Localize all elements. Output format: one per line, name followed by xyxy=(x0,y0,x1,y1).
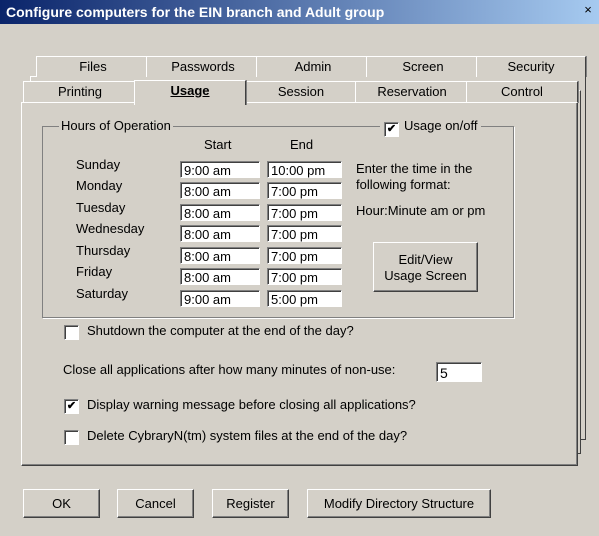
end-time-monday[interactable]: 7:00 pm xyxy=(267,182,342,199)
edit-view-usage-screen-button[interactable]: Edit/View Usage Screen xyxy=(373,242,478,292)
usage-checkbox[interactable]: ✔ xyxy=(384,122,399,137)
end-time-wednesday[interactable]: 7:00 pm xyxy=(267,225,342,242)
end-time-saturday[interactable]: 5:00 pm xyxy=(267,290,342,307)
hours-group-legend: Hours of Operation xyxy=(59,118,173,133)
start-time-sunday[interactable]: 9:00 am xyxy=(180,161,260,178)
tab-printing[interactable]: Printing xyxy=(23,81,137,103)
start-time-monday[interactable]: 8:00 am xyxy=(180,182,260,199)
format-hint-pattern: Hour:Minute am or pm xyxy=(356,203,486,218)
format-hint-line1: Enter the time in the xyxy=(356,161,473,176)
ok-button[interactable]: OK xyxy=(23,489,100,518)
day-label-monday: Monday xyxy=(76,178,123,193)
tab-passwords[interactable]: Passwords xyxy=(146,56,260,77)
usage-toggle[interactable]: ✔ Usage on/off xyxy=(380,118,482,137)
title-bar: Configure computers for the EIN branch a… xyxy=(0,0,599,24)
end-time-tuesday[interactable]: 7:00 pm xyxy=(267,204,342,221)
tab-usage[interactable]: Usage xyxy=(134,80,246,105)
warning-checkbox[interactable]: ✔ xyxy=(64,399,79,414)
tab-admin[interactable]: Admin xyxy=(256,56,370,77)
tab-reservation[interactable]: Reservation xyxy=(355,81,469,103)
modify-directory-structure-button[interactable]: Modify Directory Structure xyxy=(307,489,491,518)
close-apps-minutes-field[interactable]: 5 xyxy=(436,362,482,382)
day-label-tuesday: Tuesday xyxy=(76,200,126,215)
start-time-friday[interactable]: 8:00 am xyxy=(180,268,260,285)
shutdown-label[interactable]: Shutdown the computer at the end of the … xyxy=(87,323,354,338)
cancel-button[interactable]: Cancel xyxy=(117,489,194,518)
start-column-header: Start xyxy=(204,137,232,152)
usage-toggle-label: Usage on/off xyxy=(404,118,478,133)
tab-security[interactable]: Security xyxy=(476,56,586,77)
delete-files-checkbox[interactable] xyxy=(64,430,79,445)
end-time-sunday[interactable]: 10:00 pm xyxy=(267,161,342,178)
tab-files[interactable]: Files xyxy=(36,56,150,77)
register-button[interactable]: Register xyxy=(212,489,289,518)
shutdown-checkbox[interactable] xyxy=(64,325,79,340)
close-icon[interactable]: × xyxy=(581,3,595,17)
day-label-thursday: Thursday xyxy=(76,243,131,258)
close-apps-label: Close all applications after how many mi… xyxy=(63,362,396,377)
tab-control[interactable]: Control xyxy=(466,81,578,103)
tab-screen[interactable]: Screen xyxy=(366,56,480,77)
tab-session[interactable]: Session xyxy=(244,81,358,103)
end-time-thursday[interactable]: 7:00 pm xyxy=(267,247,342,264)
day-label-saturday: Saturday xyxy=(76,286,129,301)
start-time-wednesday[interactable]: 8:00 am xyxy=(180,225,260,242)
end-column-header: End xyxy=(290,137,314,152)
day-label-wednesday: Wednesday xyxy=(76,221,145,236)
window-title: Configure computers for the EIN branch a… xyxy=(6,4,385,20)
day-label-sunday: Sunday xyxy=(76,157,121,172)
start-time-thursday[interactable]: 8:00 am xyxy=(180,247,260,264)
start-time-tuesday[interactable]: 8:00 am xyxy=(180,204,260,221)
edit-button-line2: Usage Screen xyxy=(384,268,467,283)
format-hint-line2: following format: xyxy=(356,177,451,192)
start-time-saturday[interactable]: 9:00 am xyxy=(180,290,260,307)
edit-button-line1: Edit/View xyxy=(398,252,453,267)
end-time-friday[interactable]: 7:00 pm xyxy=(267,268,342,285)
warning-label[interactable]: Display warning message before closing a… xyxy=(87,397,416,412)
day-label-friday: Friday xyxy=(76,264,113,279)
delete-files-label[interactable]: Delete CybraryN(tm) system files at the … xyxy=(87,428,407,443)
